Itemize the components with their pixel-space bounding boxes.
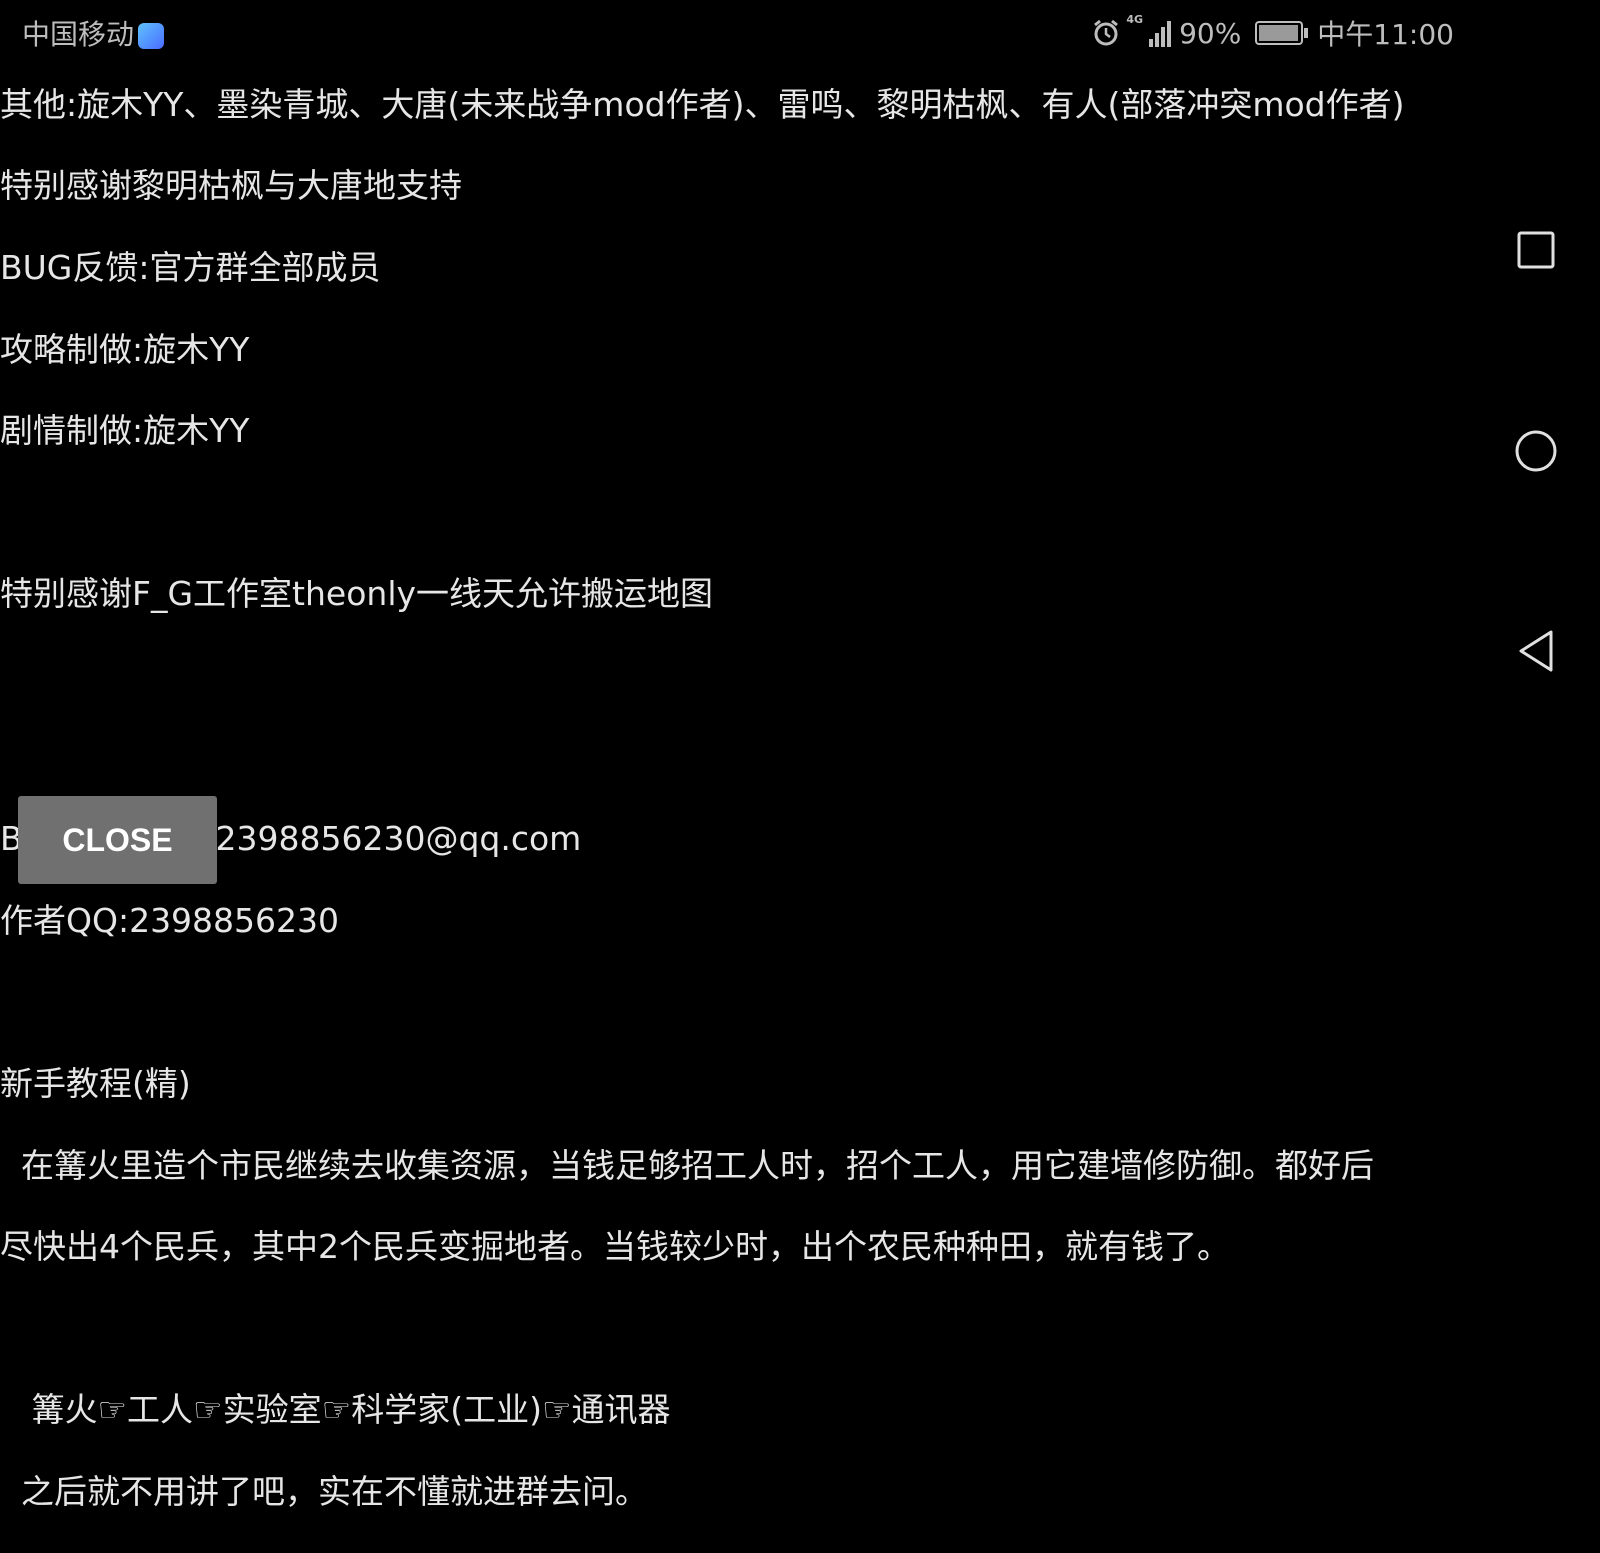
credits-text: 其他:旋木YY、墨染青城、大唐(未来战争mod作者)、雷鸣、黎明枯枫、有人(部落… <box>0 44 1480 1553</box>
text-line: BUG反馈:官方群全部成员 <box>0 247 381 287</box>
carrier-name: 中国移动 <box>22 18 135 51</box>
text-line <box>0 982 1480 1023</box>
recents-square-icon[interactable] <box>1517 231 1555 269</box>
signal-icon <box>1149 21 1172 47</box>
text-line: 作者QQ:2398856230 <box>0 900 340 940</box>
alarm-icon <box>1094 19 1119 46</box>
text-line: 新手教程(精) <box>0 1063 191 1103</box>
text-line: 其他:旋木YY、墨染青城、大唐(未来战争mod作者)、雷鸣、黎明枯枫、有人(部落… <box>0 84 1405 124</box>
text-line: 之后就不用讲了吧，实在不懂就进群去问。 <box>0 1471 648 1511</box>
text-line: 特别感谢F_G工作室theonly一线天允许搬运地图 <box>0 574 714 614</box>
text-line: 篝火☞工人☞实验室☞科学家(工业)☞通讯器 <box>0 1390 671 1430</box>
text-line: 在篝火里造个市民继续去收集资源，当钱足够招工人时，招个工人，用它建墙修防御。都好… <box>0 1145 1374 1185</box>
text-line: 尽快出4个民兵，其中2个民兵变掘地者。当钱较少时，出个农民种种田，就有钱了。 <box>0 1227 1230 1267</box>
home-circle-icon[interactable] <box>1515 430 1557 472</box>
battery-icon <box>1255 21 1309 45</box>
app-notification-icon <box>138 23 165 49</box>
back-triangle-icon[interactable] <box>1517 629 1555 673</box>
text-line <box>0 1309 1480 1350</box>
text-line <box>0 656 1480 697</box>
text-line: 攻略制做:旋木YY <box>0 329 250 369</box>
status-bar: 中国移动 4G 90% 中午11:00 <box>0 0 1480 60</box>
battery-percent: 90% <box>1179 16 1242 50</box>
text-line: 特别感谢黎明枯枫与大唐地支持 <box>0 166 462 206</box>
text-line <box>0 738 1480 779</box>
close-button[interactable]: CLOSE <box>18 796 217 884</box>
text-line: 剧情制做:旋木YY <box>0 411 250 451</box>
clock: 中午11:00 <box>1317 18 1454 51</box>
text-line: BUG征集邮箱:2398856230@qq.com <box>0 819 582 859</box>
text-line <box>0 493 1480 534</box>
network-type: 4G <box>1126 13 1144 26</box>
